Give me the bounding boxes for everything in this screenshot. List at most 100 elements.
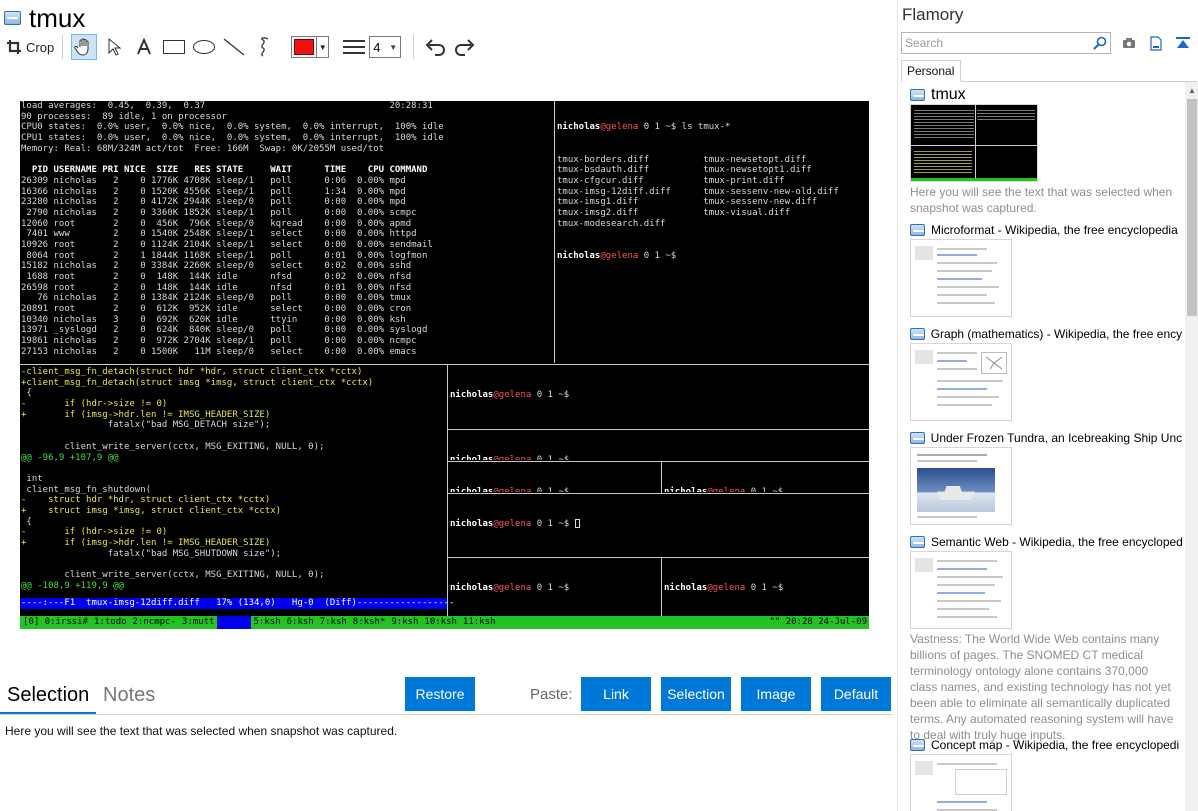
status-window-tab: 5:ksh <box>253 617 281 627</box>
scroll-up-icon[interactable]: ▲ <box>1185 82 1198 98</box>
terminal-line: 7401 www 2 0 1540K 2548K sleep/1 select … <box>21 229 417 240</box>
line-width-icon <box>343 40 366 54</box>
snapshot-title: Under Frozen Tundra, an Icebreaking Ship… <box>930 431 1182 445</box>
restore-button[interactable]: Restore <box>405 677 475 711</box>
freehand-tool-button[interactable] <box>251 34 277 60</box>
line-tool-button[interactable] <box>221 34 247 60</box>
snapshot-item[interactable]: Microformat - Wikipedia, the free encycl… <box>910 222 1182 317</box>
crop-button[interactable]: Crop <box>6 34 54 60</box>
terminal-line: tmux-cfgcur.diff tmux-print.diff <box>557 175 785 186</box>
app-window: tmux Crop ▼ 4 ▼ load averages: 0.45, 0.3… <box>0 0 1198 811</box>
status-clock: "" 20:28 24-Jul-09 <box>769 617 867 627</box>
scroll-thumb[interactable] <box>1187 99 1197 316</box>
color-picker[interactable]: ▼ <box>291 36 330 58</box>
crop-label: Crop <box>26 39 55 55</box>
terminal-line: 10340 nicholas 3 0 692K 620K idle ttyin … <box>21 314 406 325</box>
snapshot-header: Concept map - Wikipedia, the free encycl… <box>910 737 1182 753</box>
tab-selection[interactable]: Selection <box>7 682 89 708</box>
top-pane: load averages: 0.45, 0.39, 0.37 20:28:31… <box>20 101 553 363</box>
snapshot-item[interactable]: Semantic Web - Wikipedia, the free encyc… <box>910 534 1182 743</box>
ellipse-tool-button[interactable] <box>191 34 217 60</box>
chevron-down-icon: ▼ <box>316 37 328 57</box>
status-window-tab: 2:ncmpc- <box>132 617 176 627</box>
text-tool-button[interactable] <box>131 34 157 60</box>
terminal-line: client_write_server(cctx, MSG_EXITING, N… <box>21 570 325 581</box>
snapshot-thumbnail <box>910 104 1038 182</box>
snapshot-title: Graph (mathematics) - Wikipedia, the fre… <box>930 327 1182 341</box>
sidebar-scrollbar[interactable]: ▲ <box>1185 82 1198 811</box>
status-window-tab: 3:mutt <box>181 617 215 627</box>
pane-divider <box>661 462 662 493</box>
pane-divider <box>20 364 869 365</box>
hand-tool-button[interactable] <box>71 34 98 60</box>
terminal-line: fatalx("bad MSG_DETACH size"); <box>21 420 271 431</box>
terminal-line: + struct imsg *imsg, struct client_ctx *… <box>21 505 282 516</box>
page-icon <box>910 739 925 751</box>
shell-pane: nicholas@gelena 0 1 ~$ <box>664 583 784 594</box>
snapshot-description: Vastness: The World Wide Web contains ma… <box>910 632 1174 742</box>
tab-notes[interactable]: Notes <box>103 682 155 708</box>
terminal-line: @@ -96,9 +107,9 @@ <box>21 452 119 463</box>
rectangle-tool-button[interactable] <box>161 34 187 60</box>
redo-button[interactable] <box>452 34 478 60</box>
terminal-line: 20891 root 2 0 612K 952K idle select 0:0… <box>21 304 412 315</box>
terminal-line: 19861 nicholas 2 0 972K 2704K sleep/1 po… <box>21 336 417 347</box>
tab-personal[interactable]: Personal <box>901 60 961 82</box>
terminal-line: @@ -108,9 +119,9 @@ <box>21 580 124 591</box>
select-tool-button[interactable] <box>101 34 127 60</box>
terminal-line: 26309 nicholas 2 0 1776K 4708K sleep/1 p… <box>21 175 406 186</box>
line-width-select[interactable]: 4 ▼ <box>369 36 402 58</box>
snapshot-header: tmux <box>910 86 1182 103</box>
page-icon <box>910 536 925 548</box>
collapse-top-icon[interactable] <box>1174 34 1192 52</box>
camera-icon[interactable] <box>1120 34 1138 52</box>
freehand-icon <box>261 37 269 57</box>
terminal-line: load averages: 0.45, 0.39, 0.37 20:28:31 <box>21 101 433 111</box>
pane-divider <box>661 558 662 616</box>
snapshot-thumbnail <box>910 447 1012 525</box>
snapshot-item[interactable]: Graph (mathematics) - Wikipedia, the fre… <box>910 326 1182 421</box>
paste-selection-button[interactable]: Selection <box>661 677 731 711</box>
terminal-line: client_write_server(cctx, MSG_EXITING, N… <box>21 441 325 452</box>
snapshot-item[interactable]: tmux Here you will see the text that was… <box>910 86 1182 216</box>
terminal-line: PID USERNAME PRI NICE SIZE RES STATE WAI… <box>21 165 428 176</box>
ship-photo <box>917 468 995 512</box>
crop-icon <box>7 40 21 54</box>
terminal-line: tmux-imsg2.diff tmux-visual.diff <box>557 207 790 218</box>
snapshot-item[interactable]: Concept map - Wikipedia, the free encycl… <box>910 737 1182 811</box>
search-input[interactable] <box>902 33 1090 53</box>
document-icon[interactable] <box>1147 34 1165 52</box>
status-window-tab: 10:ksh <box>424 617 457 627</box>
terminal-line: CPU1 states: 0.0% user, 0.0% nice, 0.0% … <box>21 133 444 144</box>
pane-divider <box>554 101 555 363</box>
search-icon[interactable] <box>1090 36 1110 50</box>
status-window-tab: 4:ksh <box>217 616 251 629</box>
status-window-tab: [0] 0:irssi# <box>23 617 89 627</box>
undo-button[interactable] <box>422 34 448 60</box>
terminal-line: int <box>21 473 43 484</box>
terminal-line: tmux-borders.diff tmux-newsetopt.diff <box>557 154 807 165</box>
snapshot-item[interactable]: Under Frozen Tundra, an Icebreaking Ship… <box>910 430 1182 525</box>
line-width-control: 4 ▼ <box>343 36 402 58</box>
sidebar: Flamory Personal tmux <box>897 0 1198 811</box>
shell-pane: nicholas@gelena 0 1 ~$ <box>449 466 660 492</box>
terminal-line: +client_msg_fn_detach(struct imsg *imsg,… <box>21 377 374 388</box>
selection-text[interactable]: Here you will see the text that was sele… <box>5 724 397 738</box>
main-pane: tmux Crop ▼ 4 ▼ load averages: 0.45, 0.3… <box>0 0 892 811</box>
shell-pane-active: nicholas@gelena 0 1 ~$ <box>449 498 869 556</box>
paste-image-button[interactable]: Image <box>741 677 811 711</box>
shell-pane: nicholas@gelena 0 1 ~$ <box>450 390 570 401</box>
page-icon <box>910 89 925 101</box>
shell-pane: nicholas@gelena 0 1 ~$ <box>450 583 570 594</box>
snapshot-thumbnail <box>910 551 1012 629</box>
paste-default-button[interactable]: Default <box>821 677 891 711</box>
paste-link-button[interactable]: Link <box>581 677 651 711</box>
status-window-tab: 9:ksh <box>391 617 419 627</box>
document-title: tmux <box>29 3 86 33</box>
terminal-line: -client_msg_fn_detach(struct hdr *hdr, s… <box>21 367 363 377</box>
toolbar-separator <box>62 35 64 59</box>
shell-pane: nicholas@gelena 0 1 ~$ <box>663 466 869 492</box>
